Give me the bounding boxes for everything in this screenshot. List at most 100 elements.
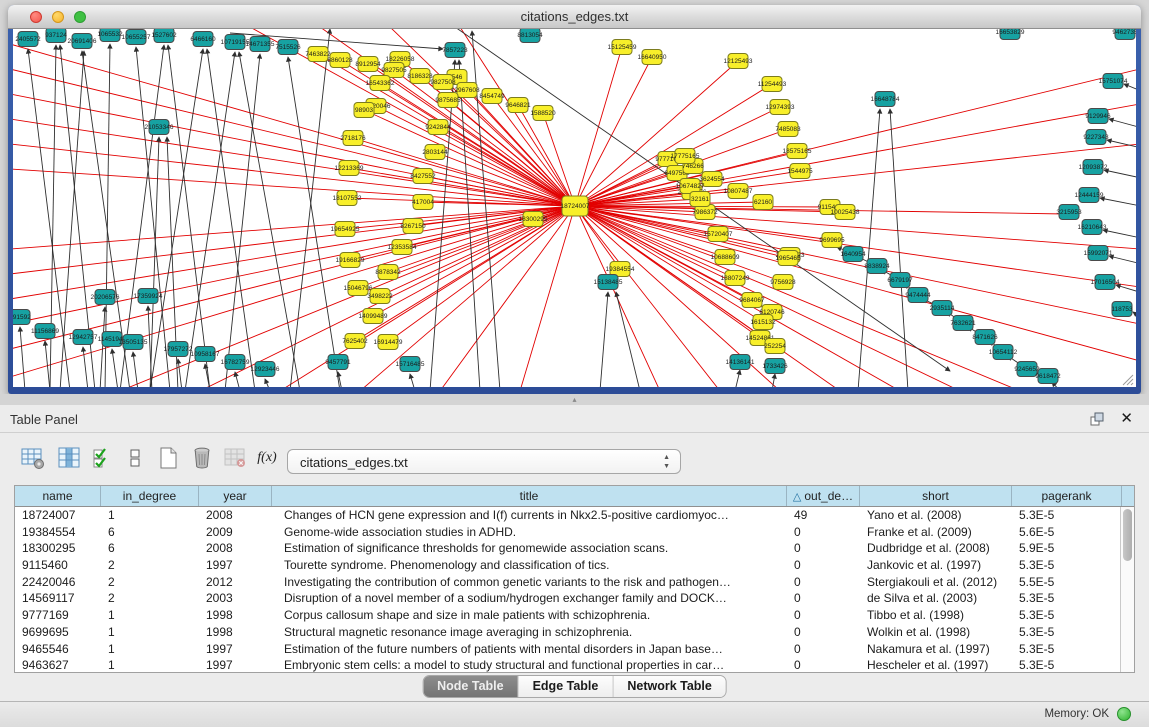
graph-node[interactable]: 15751074 (1099, 74, 1128, 89)
graph-node[interactable]: 9699695 (819, 233, 845, 248)
delete-icon[interactable] (189, 445, 215, 471)
graph-node[interactable]: 252254 (764, 339, 786, 354)
graph-node[interactable]: 937124 (45, 29, 67, 43)
table-row[interactable]: 1456911722003Disruption of a novel membe… (15, 590, 1120, 607)
table-row[interactable]: 1830029562008Estimation of significance … (15, 540, 1120, 557)
graph-node[interactable]: 16210643 (1078, 220, 1107, 235)
graph-node[interactable]: 6679197 (887, 273, 913, 288)
graph-node[interactable]: 12942757 (69, 330, 98, 345)
graph-node[interactable]: 8267150 (400, 219, 426, 234)
graph-node[interactable]: 12444159 (1075, 188, 1104, 203)
column-header-name[interactable]: name (15, 486, 101, 506)
graph-node[interactable]: 9756928 (770, 275, 796, 290)
column-header-year[interactable]: year (199, 486, 272, 506)
graph-node[interactable]: 1527602 (151, 29, 177, 43)
graph-node[interactable]: 3498222 (367, 289, 393, 304)
graph-node[interactable]: 9457791 (325, 355, 351, 370)
graph-node[interactable]: 9129946 (1085, 109, 1111, 124)
graph-node[interactable]: 18107552 (333, 191, 362, 206)
graph-node[interactable]: 8186328 (407, 69, 433, 84)
graph-node[interactable]: 118753 (1111, 302, 1133, 317)
graph-node[interactable]: 8471626 (972, 330, 998, 345)
tab-node-table[interactable]: Node Table (423, 676, 518, 697)
graph-node[interactable]: 19166829 (336, 253, 365, 268)
select-all-icon[interactable] (90, 445, 116, 471)
column-visibility-icon[interactable] (56, 445, 82, 471)
table-selector-dropdown[interactable]: citations_edges.txt ▲▼ (287, 449, 681, 474)
graph-node[interactable]: 9227343 (1083, 130, 1109, 145)
graph-node[interactable]: 12125493 (724, 54, 753, 69)
graph-node[interactable]: 3215953 (1056, 205, 1082, 220)
graph-node[interactable]: 12093872 (1079, 160, 1108, 175)
network-graph[interactable]: 7463822886012889129541822605898275058186… (13, 29, 1136, 387)
graph-node[interactable]: 18575165 (783, 144, 812, 159)
graph-node[interactable]: 16782759 (221, 355, 250, 370)
graph-node[interactable]: 10655257 (122, 30, 151, 45)
tab-network-table[interactable]: Network Table (613, 676, 726, 697)
panel-divider[interactable]: ▴ (0, 394, 1149, 405)
graph-node[interactable]: 2718176 (340, 131, 366, 146)
graph-node[interactable]: 21053346 (145, 120, 174, 135)
graph-node[interactable]: 98903 (354, 103, 374, 118)
function-builder-icon[interactable]: f(x) (252, 445, 282, 471)
graph-node[interactable]: 9684067 (739, 293, 765, 308)
graph-node[interactable]: 15720407 (704, 227, 733, 242)
table-row[interactable]: 946554611997Estimation of the future num… (15, 641, 1120, 658)
table-row[interactable]: 946362711997Embryonic stem cells: a mode… (15, 657, 1120, 672)
graph-node[interactable]: 9646821 (505, 98, 531, 113)
graph-node[interactable]: 10688609 (711, 250, 740, 265)
column-header-in_degree[interactable]: in_degree (101, 486, 199, 506)
new-table-icon[interactable] (155, 445, 181, 471)
graph-node[interactable]: 9242844 (425, 120, 451, 135)
graph-node[interactable]: 6466160 (190, 32, 216, 47)
graph-node[interactable]: 14136141 (726, 355, 755, 370)
graph-node[interactable]: 8813054 (517, 29, 543, 43)
graph-node[interactable]: 9618472 (1035, 369, 1061, 384)
create-column-icon[interactable] (20, 445, 46, 471)
graph-node[interactable]: 9875685 (435, 93, 461, 108)
table-row[interactable]: 977716911998Corpus callosum shape and si… (15, 607, 1120, 624)
graph-node[interactable]: 8454749 (479, 89, 505, 104)
graph-node[interactable]: 1544975 (787, 164, 813, 179)
graph-node[interactable]: 8860128 (327, 53, 353, 68)
graph-node[interactable]: 12923446 (251, 362, 280, 377)
graph-node[interactable]: 1615132 (750, 315, 776, 330)
graph-node[interactable]: 12353584 (388, 240, 417, 255)
scrollbar-thumb[interactable] (1123, 509, 1132, 561)
graph-node[interactable]: 9462735 (1112, 29, 1136, 40)
row-height-icon[interactable] (122, 445, 148, 471)
graph-node[interactable]: 7485083 (775, 122, 801, 137)
close-panel-icon[interactable]: ✕ (1120, 409, 1133, 427)
network-canvas[interactable]: 7463822886012889129541822605898275058186… (13, 29, 1136, 387)
vertical-scrollbar[interactable] (1120, 507, 1134, 672)
graph-node[interactable]: 8878342 (375, 265, 401, 280)
graph-node[interactable]: 11156869 (31, 324, 59, 339)
graph-node[interactable]: 1733426 (762, 359, 788, 374)
graph-node[interactable]: 10025438 (831, 205, 860, 220)
graph-node[interactable]: 1640954 (840, 247, 866, 262)
graph-node[interactable]: 12974393 (766, 100, 795, 115)
graph-node[interactable]: 17016504 (1091, 275, 1120, 290)
graph-node[interactable]: 1965465 (775, 251, 801, 266)
graph-node[interactable]: 7515526 (275, 40, 301, 55)
table-row[interactable]: 1938455462009Genome-wide association stu… (15, 524, 1120, 541)
graph-node[interactable]: 1065532 (97, 29, 123, 42)
graph-node[interactable]: 17957272 (164, 342, 193, 357)
graph-node[interactable]: 15992071 (1084, 246, 1113, 261)
graph-node[interactable]: 1588520 (530, 106, 556, 121)
float-window-icon[interactable] (1089, 411, 1105, 427)
graph-node[interactable]: 19654925 (331, 222, 360, 237)
graph-node[interactable]: 2803144 (422, 145, 448, 160)
graph-node[interactable]: 8427552 (410, 169, 436, 184)
graph-node[interactable]: 2935114 (930, 301, 955, 316)
graph-node[interactable]: 16640950 (638, 50, 667, 65)
graph-node[interactable]: 16653829 (996, 29, 1025, 40)
column-header-pagerank[interactable]: pagerank (1012, 486, 1122, 506)
graph-node[interactable]: 8838924 (864, 259, 890, 274)
table-row[interactable]: 1872400712008Changes of HCN gene express… (15, 507, 1120, 524)
graph-node[interactable]: 32161 (690, 192, 710, 207)
window-titlebar[interactable]: citations_edges.txt (8, 5, 1141, 29)
graph-node[interactable]: 16648784 (871, 92, 900, 107)
column-header-title[interactable]: title (272, 486, 787, 506)
tab-edge-table[interactable]: Edge Table (519, 676, 614, 697)
